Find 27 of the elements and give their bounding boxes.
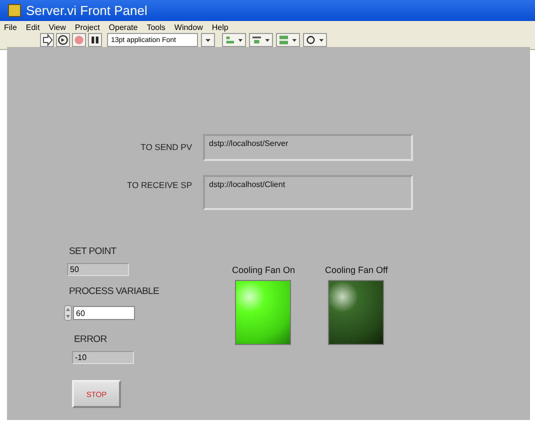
menu-item[interactable]: File [4, 22, 17, 32]
numeric-indicator: -10 [72, 351, 134, 364]
numeric-label: ERROR [74, 334, 107, 345]
menu-item[interactable]: Edit [26, 22, 40, 32]
string-indicator: dstp://localhost/Server [203, 134, 413, 161]
pause-icon[interactable] [88, 33, 102, 47]
string-label: TO SEND PV [140, 142, 192, 152]
menu-item[interactable]: Help [212, 22, 228, 32]
numeric-label: PROCESS VARIABLE [69, 286, 160, 297]
menu-item[interactable]: Project [74, 22, 100, 32]
led-label: Cooling Fan Off [325, 265, 388, 275]
led-label: Cooling Fan On [232, 265, 296, 275]
numeric-indicator: 50 [67, 263, 129, 276]
app-icon [8, 4, 21, 17]
string-indicator: dstp://localhost/Client [203, 175, 413, 210]
caret-icon[interactable] [201, 33, 215, 47]
menu-item[interactable]: View [48, 22, 66, 32]
increment-icon[interactable] [64, 305, 72, 321]
menu-item[interactable]: Operate [108, 22, 138, 32]
run-continuously-icon[interactable] [56, 33, 70, 47]
window-title: Server.vi Front Panel [26, 3, 148, 18]
string-label: TO RECEIVE SP [126, 180, 192, 190]
run-arrow-icon[interactable] [40, 33, 54, 47]
menu-item[interactable]: Tools [146, 22, 166, 32]
menu-item[interactable]: Window [174, 22, 203, 32]
numeric-label: SET POINT [69, 246, 116, 257]
numeric-input[interactable]: 60 [73, 306, 135, 320]
